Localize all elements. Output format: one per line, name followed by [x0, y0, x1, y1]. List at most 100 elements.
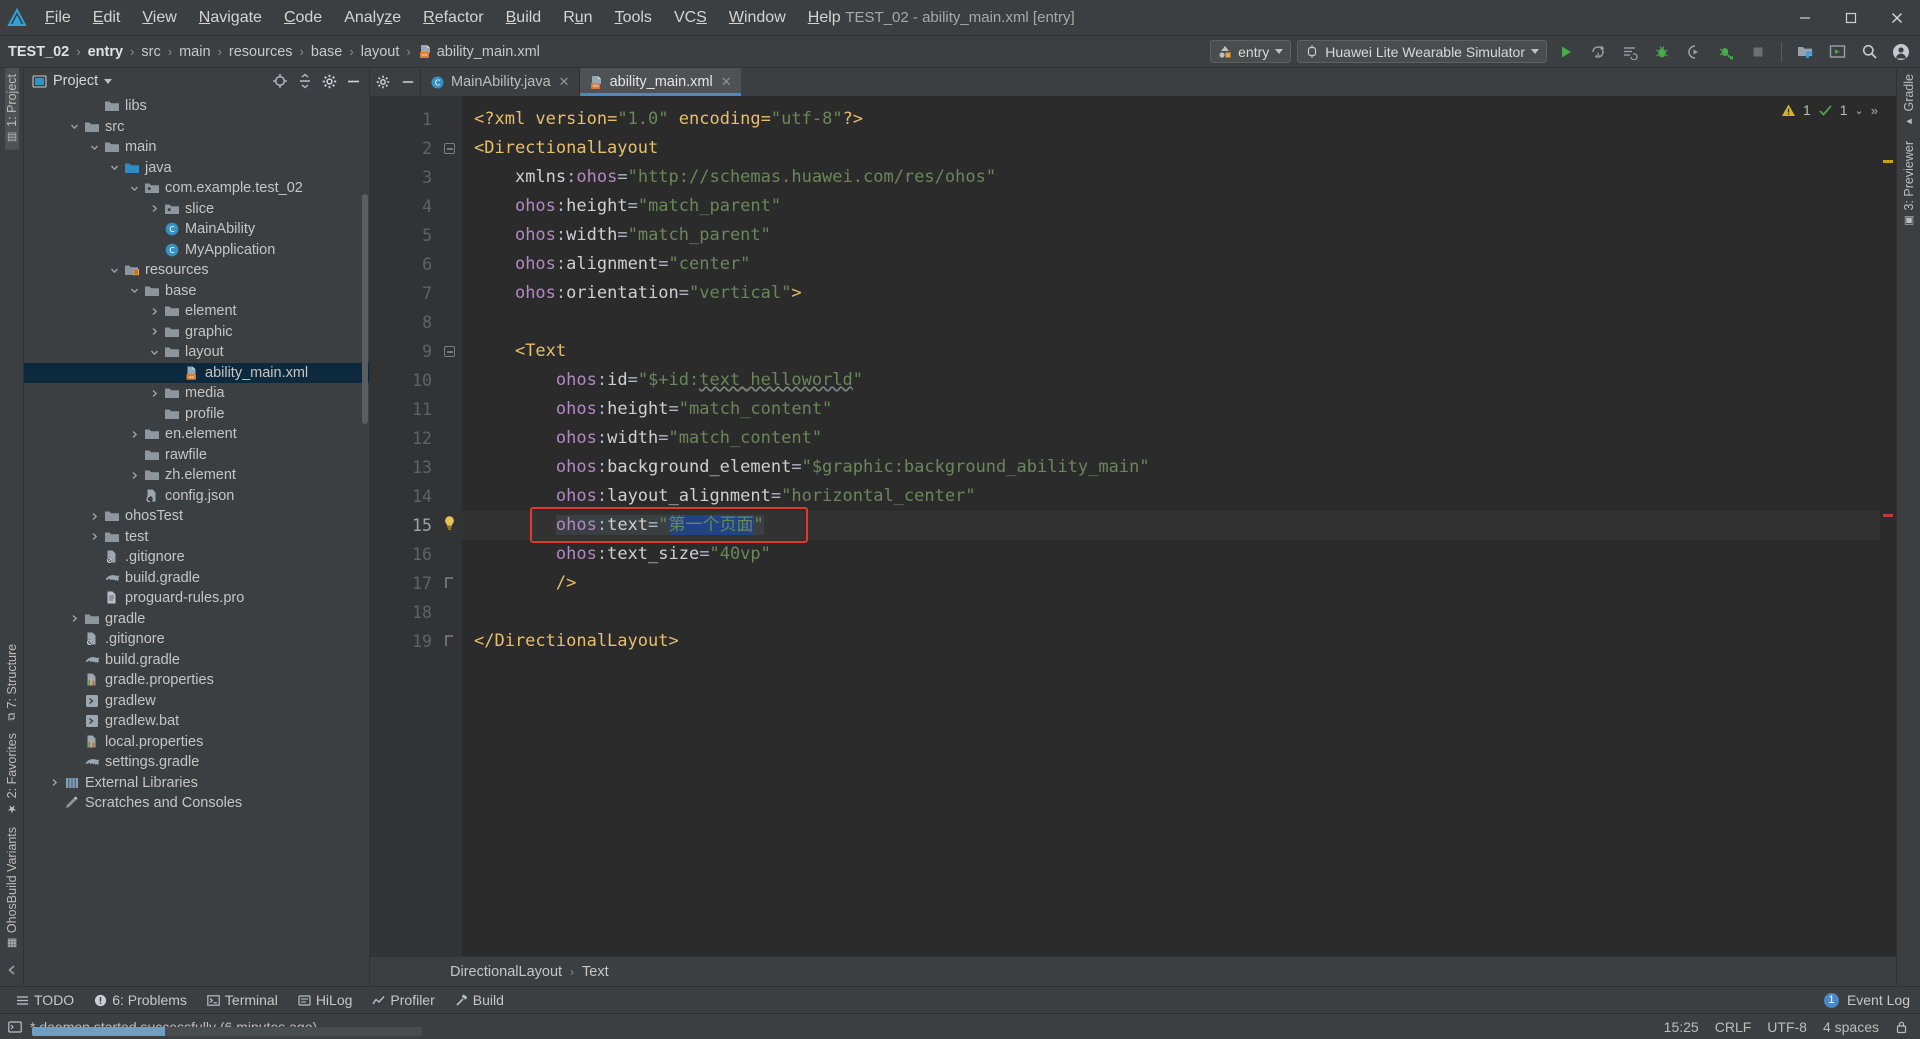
chevron-down-icon[interactable]: [90, 143, 103, 152]
run-with-coverage-button[interactable]: [1617, 39, 1643, 65]
tree-scrollbar[interactable]: [362, 194, 368, 424]
code-line[interactable]: </DirectionalLayout>: [462, 627, 1896, 656]
menu-bar[interactable]: FFileile Edit View Navigate Code Analyze…: [34, 0, 852, 35]
menu-refactor[interactable]: Refactor: [412, 0, 494, 36]
tree-item[interactable]: C MyApplication: [24, 240, 369, 261]
tree-item[interactable]: build.gradle: [24, 650, 369, 671]
editor-tab-mainability-java[interactable]: C MainAbility.java ✕: [420, 68, 579, 96]
code-text[interactable]: <?xml version="1.0" encoding="utf-8"?> <D…: [462, 96, 1896, 956]
tree-item[interactable]: layout: [24, 342, 369, 363]
collapse-rail-icon[interactable]: [6, 956, 18, 986]
tree-item[interactable]: src: [24, 117, 369, 138]
tree-item[interactable]: zh.element: [24, 465, 369, 486]
intention-bulb-icon[interactable]: [442, 515, 457, 531]
tree-item[interactable]: com.example.test_02: [24, 178, 369, 199]
fold-end-icon[interactable]: [444, 634, 455, 646]
tree-item-selected[interactable]: <> ability_main.xml: [24, 362, 369, 383]
editor-settings-gear-icon[interactable]: [370, 68, 396, 96]
menu-help[interactable]: Help: [797, 0, 852, 36]
close-button[interactable]: [1874, 0, 1920, 36]
breadcrumb-item-layout[interactable]: layout: [361, 44, 400, 60]
caret-position[interactable]: 15:25: [1664, 1019, 1699, 1035]
menu-navigate[interactable]: Navigate: [188, 0, 273, 36]
tree-item[interactable]: element: [24, 301, 369, 322]
menu-tools[interactable]: Tools: [604, 0, 663, 36]
code-line[interactable]: ohos:alignment="center": [462, 250, 1896, 279]
device-manager-button[interactable]: [1792, 39, 1818, 65]
breadcrumb-item-base[interactable]: base: [311, 44, 342, 60]
code-line[interactable]: <DirectionalLayout: [462, 134, 1896, 163]
fold-end-icon[interactable]: [444, 576, 455, 588]
event-log-area[interactable]: 1 Event Log: [1823, 992, 1920, 1008]
event-log-label[interactable]: Event Log: [1847, 992, 1910, 1008]
rail-item-previewer[interactable]: ▣ 3: Previewer: [1902, 135, 1916, 233]
hide-minus-icon[interactable]: [346, 74, 361, 89]
editor-marker-bar[interactable]: [1880, 96, 1896, 956]
chevron-right-icon[interactable]: [130, 430, 143, 439]
toolwindow-terminal[interactable]: Terminal: [197, 987, 288, 1013]
chevron-down-icon[interactable]: [130, 184, 143, 193]
chevron-right-icon[interactable]: [150, 307, 163, 316]
chevron-right-icon[interactable]: [50, 778, 63, 787]
tree-item[interactable]: rawfile: [24, 445, 369, 466]
rail-item-project[interactable]: ▤ 1: Project: [4, 68, 19, 150]
minimize-button[interactable]: [1782, 0, 1828, 36]
tree-item[interactable]: media: [24, 383, 369, 404]
inspection-chevron-down-icon[interactable]: ⌄: [1855, 104, 1864, 117]
tree-item[interactable]: local.properties: [24, 732, 369, 753]
debug-button[interactable]: [1649, 39, 1675, 65]
settings-gear-icon[interactable]: [322, 74, 337, 89]
menu-edit[interactable]: Edit: [82, 0, 132, 36]
tree-item[interactable]: graphic: [24, 322, 369, 343]
chevron-down-icon[interactable]: [130, 286, 143, 295]
rail-item-gradle[interactable]: ▸ Gradle: [1902, 68, 1916, 135]
toolwindow-build[interactable]: Build: [445, 987, 514, 1013]
breadcrumb-item-project[interactable]: TEST_02: [8, 44, 69, 60]
chevron-down-icon[interactable]: [110, 266, 123, 275]
code-line[interactable]: <?xml version="1.0" encoding="utf-8"?>: [462, 105, 1896, 134]
rerun-button[interactable]: A: [1585, 39, 1611, 65]
code-line[interactable]: ohos:width="match_content": [462, 424, 1896, 453]
code-line[interactable]: xmlns:ohos="http://schemas.huawei.com/re…: [462, 163, 1896, 192]
breadcrumb-item-src[interactable]: src: [141, 44, 160, 60]
tree-item[interactable]: gradlew: [24, 691, 369, 712]
chevron-right-icon[interactable]: [150, 327, 163, 336]
collapse-all-icon[interactable]: [297, 73, 313, 89]
attach-debugger-button[interactable]: [1681, 39, 1707, 65]
tree-item[interactable]: build.gradle: [24, 568, 369, 589]
tree-item[interactable]: main: [24, 137, 369, 158]
code-line[interactable]: [462, 308, 1896, 337]
device-selector-combo[interactable]: Huawei Lite Wearable Simulator: [1297, 40, 1547, 63]
code-line[interactable]: ohos:orientation="vertical">: [462, 279, 1896, 308]
code-line[interactable]: ohos:layout_alignment="horizontal_center…: [462, 482, 1896, 511]
line-separator[interactable]: CRLF: [1715, 1019, 1752, 1035]
code-line[interactable]: ohos:width="match_parent": [462, 221, 1896, 250]
menu-run[interactable]: Run: [552, 0, 603, 36]
indent-setting[interactable]: 4 spaces: [1823, 1019, 1879, 1035]
tree-item[interactable]: C MainAbility: [24, 219, 369, 240]
inspection-summary[interactable]: 1 1 ⌄ »: [1781, 102, 1878, 118]
tree-item[interactable]: .gitignore: [24, 629, 369, 650]
tree-item[interactable]: .gitignore: [24, 547, 369, 568]
code-line[interactable]: [462, 598, 1896, 627]
tree-item[interactable]: Scratches and Consoles: [24, 793, 369, 814]
code-line[interactable]: <Text: [462, 337, 1896, 366]
tree-item[interactable]: proguard-rules.pro: [24, 588, 369, 609]
close-icon[interactable]: ✕: [559, 74, 570, 90]
tree-item[interactable]: gradlew.bat: [24, 711, 369, 732]
code-editor[interactable]: 1 2 3 4 5 6 7 8 9 10 11 12 13 14 15 16 17 18 19 <?xml vers…: [370, 96, 1896, 956]
tree-item[interactable]: settings.gradle: [24, 752, 369, 773]
marker-error[interactable]: [1883, 514, 1893, 517]
code-line[interactable]: ohos:background_element="$graphic:backgr…: [462, 453, 1896, 482]
hide-editor-minus-icon[interactable]: [396, 68, 420, 96]
fold-collapse-icon[interactable]: [444, 143, 455, 154]
menu-build[interactable]: Build: [495, 0, 553, 36]
editor-tab-ability-main-xml[interactable]: <> ability_main.xml ✕: [578, 68, 741, 96]
chevron-right-icon[interactable]: [150, 204, 163, 213]
stop-button[interactable]: [1745, 39, 1771, 65]
terminal-window-button[interactable]: [1824, 39, 1850, 65]
menu-window[interactable]: Window: [718, 0, 797, 36]
tree-item[interactable]: config.json: [24, 486, 369, 507]
tree-item[interactable]: resources: [24, 260, 369, 281]
console-icon[interactable]: [8, 1020, 22, 1034]
